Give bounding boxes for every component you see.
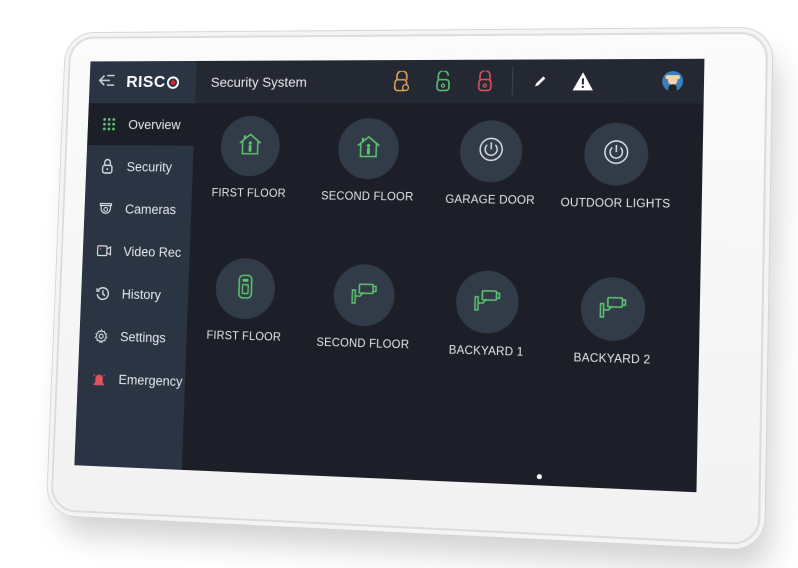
- dome-camera-icon: [95, 202, 116, 216]
- tile-second-floor-camera[interactable]: SECOND FLOOR: [299, 263, 429, 352]
- sidebar-item-label: History: [121, 286, 162, 302]
- tile-label: FIRST FLOOR: [206, 329, 282, 344]
- sidebar-item-label: Video Rec: [123, 243, 182, 260]
- tile-backyard-1[interactable]: BACKYARD 1: [421, 270, 554, 360]
- tile-label: BACKYARD 1: [448, 344, 524, 359]
- home-person-icon: [355, 134, 381, 163]
- tile-first-floor-home[interactable]: FIRST FLOOR: [187, 115, 313, 201]
- unlocked-icon[interactable]: [422, 71, 464, 93]
- sidebar-item-label: Security: [126, 159, 173, 175]
- door-sensor-icon: [237, 273, 253, 304]
- siren-icon: [89, 371, 110, 386]
- tile-icon-circle: [337, 118, 400, 180]
- sidebar-item-label: Overview: [128, 117, 181, 132]
- tile-first-floor-sensor[interactable]: FIRST FLOOR: [182, 257, 309, 344]
- sidebar: RISC Overview Security Cameras Video Rec…: [74, 60, 197, 470]
- tile-icon-circle: [459, 120, 524, 183]
- tile-icon-circle: [332, 263, 396, 327]
- status-icons: [381, 66, 605, 97]
- partial-lock-icon[interactable]: [381, 71, 423, 93]
- user-avatar[interactable]: [662, 71, 684, 92]
- video-rec-icon: [94, 245, 115, 257]
- tile-label: GARAGE DOOR: [445, 193, 535, 207]
- tile-second-floor-home[interactable]: SECOND FLOOR: [304, 118, 433, 204]
- product-photo: RISC Overview Security Cameras Video Rec…: [0, 0, 798, 568]
- security-camera-icon: [598, 294, 628, 324]
- tile-icon-circle: [214, 257, 276, 320]
- sidebar-item-emergency[interactable]: Emergency: [77, 356, 186, 402]
- gear-icon: [90, 328, 111, 343]
- page-indicator-dot[interactable]: [536, 473, 543, 480]
- power-icon: [602, 138, 630, 170]
- touch-panel-device: RISC Overview Security Cameras Video Rec…: [50, 31, 769, 546]
- screen: RISC Overview Security Cameras Video Rec…: [74, 58, 705, 493]
- tile-garage-door[interactable]: GARAGE DOOR: [425, 120, 558, 207]
- sidebar-item-video-rec[interactable]: Video Rec: [82, 229, 190, 273]
- locked-icon[interactable]: [464, 71, 507, 93]
- header-divider: [511, 66, 514, 97]
- tile-backyard-2[interactable]: BACKYARD 2: [545, 276, 682, 368]
- tile-icon-circle: [583, 122, 649, 186]
- tile-label: OUTDOOR LIGHTS: [560, 197, 671, 211]
- power-icon: [478, 136, 505, 167]
- tile-icon-circle: [455, 270, 520, 335]
- security-camera-icon: [473, 287, 502, 317]
- sidebar-item-security[interactable]: Security: [85, 145, 193, 188]
- home-person-icon: [237, 132, 263, 160]
- sidebar-item-label: Settings: [119, 329, 166, 345]
- tile-label: SECOND FLOOR: [316, 336, 410, 352]
- overview-grid: FIRST FLOOR SECOND FLOOR GARAGE DOOR OUT…: [182, 104, 704, 492]
- lock-icon: [97, 159, 118, 174]
- sidebar-item-settings[interactable]: Settings: [79, 314, 188, 360]
- tile-outdoor-lights[interactable]: OUTDOOR LIGHTS: [548, 122, 684, 211]
- logo-text: RISC: [125, 72, 167, 91]
- sidebar-header: RISC: [88, 60, 197, 104]
- logo-o-mark: [166, 75, 179, 89]
- top-bar: Security System: [195, 58, 705, 105]
- sidebar-item-history[interactable]: History: [80, 272, 189, 317]
- tile-label: FIRST FLOOR: [211, 187, 286, 200]
- tile-icon-circle: [580, 276, 646, 342]
- sidebar-item-overview[interactable]: Overview: [87, 103, 196, 146]
- security-camera-icon: [350, 281, 378, 310]
- page-title: Security System: [210, 74, 308, 90]
- risco-logo: RISC: [126, 73, 179, 92]
- sidebar-item-label: Cameras: [124, 201, 177, 217]
- tile-icon-circle: [219, 115, 281, 177]
- warning-icon[interactable]: [561, 71, 604, 91]
- sidebar-item-cameras[interactable]: Cameras: [84, 187, 192, 231]
- grid-icon: [99, 117, 120, 131]
- back-arrow-icon[interactable]: [98, 73, 121, 91]
- tile-label: BACKYARD 2: [573, 352, 651, 367]
- edit-icon[interactable]: [519, 74, 562, 88]
- history-icon: [92, 286, 113, 301]
- sidebar-item-label: Emergency: [118, 371, 183, 389]
- tile-label: SECOND FLOOR: [320, 190, 414, 204]
